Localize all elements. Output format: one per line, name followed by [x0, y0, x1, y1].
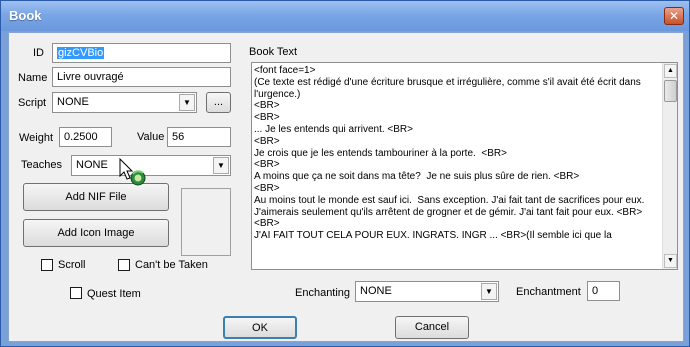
- book-text-scrollbar[interactable]: ▲ ▼: [662, 63, 677, 269]
- id-label: ID: [33, 47, 44, 59]
- id-field[interactable]: gizCVBio: [52, 43, 231, 63]
- value-label: Value: [137, 131, 165, 143]
- scroll-down-arrow-icon[interactable]: ▼: [664, 254, 677, 268]
- add-icon-image-button[interactable]: Add Icon Image: [23, 219, 169, 247]
- window-title: Book: [9, 8, 42, 23]
- script-select[interactable]: NONE ▼: [52, 92, 197, 113]
- icon-preview: [181, 188, 231, 256]
- close-button[interactable]: ✕: [664, 7, 684, 25]
- enchanting-label: Enchanting: [295, 287, 351, 299]
- cant-be-taken-checkbox[interactable]: [118, 259, 130, 271]
- weight-field[interactable]: 0.2500: [59, 127, 112, 147]
- cancel-button[interactable]: Cancel: [395, 316, 469, 339]
- script-label: Script: [18, 97, 47, 109]
- enchanting-select-value: NONE: [360, 285, 392, 297]
- title-bar[interactable]: Book ✕: [1, 1, 689, 31]
- teaches-select[interactable]: NONE ▼: [71, 155, 231, 176]
- book-text-label: Book Text: [249, 46, 298, 58]
- chevron-down-icon[interactable]: ▼: [481, 283, 497, 300]
- quest-item-checkbox[interactable]: [70, 287, 82, 299]
- scroll-label: Scroll: [58, 259, 86, 271]
- value-field[interactable]: 56: [167, 127, 231, 147]
- script-select-value: NONE: [57, 96, 89, 108]
- enchantment-field[interactable]: 0: [587, 281, 620, 301]
- teaches-label: Teaches: [21, 159, 62, 171]
- teaches-select-value: NONE: [76, 159, 108, 171]
- name-label: Name: [18, 72, 48, 84]
- quest-item-label: Quest Item: [87, 288, 141, 300]
- name-field[interactable]: Livre ouvragé: [52, 67, 231, 87]
- cant-be-taken-label: Can't be Taken: [135, 259, 208, 271]
- book-text-area[interactable]: <font face=1> (Ce texte est rédigé d'une…: [251, 62, 678, 270]
- busy-cursor-icon: [119, 158, 146, 186]
- scroll-up-arrow-icon[interactable]: ▲: [664, 64, 677, 78]
- scroll-checkbox[interactable]: [41, 259, 53, 271]
- ok-button[interactable]: OK: [223, 316, 297, 339]
- dialog-body: ID gizCVBio Name Livre ouvragé Script NO…: [8, 32, 684, 342]
- scrollbar-thumb[interactable]: [664, 80, 677, 102]
- book-dialog: Book ✕ ID gizCVBio Name Livre ouvragé Sc…: [0, 0, 690, 347]
- chevron-down-icon[interactable]: ▼: [213, 157, 229, 174]
- enchanting-select[interactable]: NONE ▼: [355, 281, 499, 302]
- weight-label: Weight: [19, 132, 54, 144]
- enchantment-label: Enchantment: [516, 286, 581, 298]
- book-text-content: <font face=1> (Ce texte est rédigé d'une…: [254, 65, 645, 242]
- chevron-down-icon[interactable]: ▼: [179, 94, 195, 111]
- script-browse-button[interactable]: ...: [206, 92, 231, 113]
- id-field-value: gizCVBio: [57, 47, 105, 59]
- close-icon: ✕: [668, 9, 680, 23]
